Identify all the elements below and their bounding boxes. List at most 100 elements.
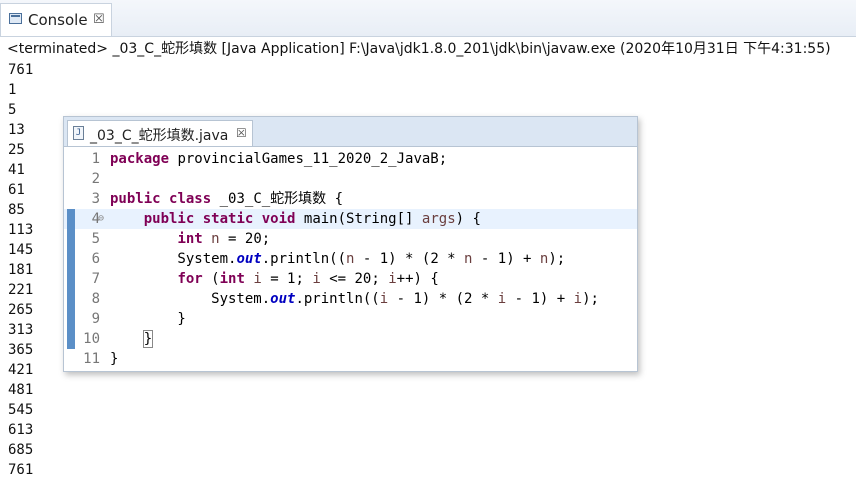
code-token: );	[548, 251, 566, 267]
line-number: 2	[91, 171, 100, 187]
code-text: package provincialGames_11_2020_2_JavaB;	[110, 149, 447, 169]
line-number: 5	[91, 231, 100, 247]
code-token: }	[110, 311, 186, 327]
change-marker	[67, 149, 75, 169]
code-line: 3 public class _03_C_蛇形填数 {	[64, 189, 637, 209]
output-line: 481	[8, 382, 34, 398]
code-token: - 1) +	[506, 291, 574, 307]
code-text: System.out.println((n - 1) * (2 * n - 1)…	[110, 249, 565, 269]
output-line: 265	[8, 302, 34, 318]
tab-java-file[interactable]: J _03_C_蛇形填数.java ☒	[67, 120, 253, 146]
code-token: - 1) +	[472, 251, 540, 267]
output-line: 181	[8, 262, 34, 278]
code-line: 5 int n = 20;	[64, 229, 637, 249]
code-token: }	[110, 351, 119, 367]
change-marker	[67, 349, 75, 369]
java-file-icon: J	[73, 126, 84, 140]
console-output: 761 1 5 13 25 41 61 85 113 145 181 221 265 313 365 421 4…	[8, 60, 33, 480]
code-token: System.	[110, 291, 271, 307]
output-line: 85	[8, 202, 25, 218]
line-number: 10	[83, 331, 100, 347]
code-token: System.	[110, 251, 237, 267]
fold-toggle-icon[interactable]: ⊖	[98, 209, 104, 229]
code-line: 11}	[64, 349, 637, 369]
matching-brace: }	[142, 330, 154, 348]
code-token: package	[110, 151, 170, 167]
change-marker	[67, 309, 75, 329]
change-marker	[67, 169, 75, 189]
code-token: i	[312, 271, 321, 287]
code-token: i	[253, 271, 262, 287]
output-line: 13	[8, 122, 25, 138]
code-token: n	[211, 231, 220, 247]
change-marker	[67, 289, 75, 309]
code-token: static	[202, 211, 254, 227]
console-icon	[9, 13, 22, 24]
code-token: i	[388, 271, 397, 287]
code-token: class	[169, 191, 212, 207]
code-token: - 1) * (2 *	[354, 251, 465, 267]
line-number: 9	[91, 311, 100, 327]
change-marker	[67, 329, 75, 349]
code-text: public class _03_C_蛇形填数 {	[110, 189, 343, 209]
output-line: 113	[8, 222, 34, 238]
change-marker	[67, 209, 75, 229]
code-token: public	[143, 211, 195, 227]
code-line: 10 }	[64, 329, 637, 349]
code-token: _03_C_蛇形填数 {	[211, 191, 344, 207]
code-text: public static void main(String[] args) {	[110, 209, 481, 229]
code-text: int n = 20;	[110, 229, 270, 249]
code-area[interactable]: 1 package provincialGames_11_2020_2_JavaB…	[64, 149, 637, 369]
line-number: 8	[91, 291, 100, 307]
tab-console[interactable]: Console ☒	[0, 3, 112, 36]
code-text: System.out.println((i - 1) * (2 * i - 1)…	[110, 289, 599, 309]
code-token: );	[582, 291, 599, 307]
output-line: 1	[8, 82, 17, 98]
code-token: = 1;	[261, 271, 313, 287]
line-number: 4	[91, 211, 100, 227]
code-token: i	[573, 291, 583, 307]
console-tab-label: Console	[28, 11, 88, 29]
output-line: 41	[8, 162, 25, 178]
code-token: main(String[]	[295, 211, 422, 227]
code-token: out	[270, 291, 296, 307]
change-marker	[67, 229, 75, 249]
code-line: 1 package provincialGames_11_2020_2_JavaB…	[64, 149, 637, 169]
change-marker	[67, 189, 75, 209]
code-token: int	[219, 271, 245, 287]
code-line: 4 ⊖ public static void main(String[] args…	[64, 209, 637, 229]
code-token: - 1) * (2 *	[388, 291, 498, 307]
code-token: (	[202, 271, 220, 287]
editor-window: J _03_C_蛇形填数.java ☒ 1 package provincialG…	[63, 116, 638, 372]
output-line: 145	[8, 242, 34, 258]
editor-tab-label: _03_C_蛇形填数.java	[90, 128, 229, 144]
code-line: 2	[64, 169, 637, 189]
code-text: for (int i = 1; i <= 20; i++) {	[110, 269, 438, 289]
code-text: }	[110, 329, 154, 349]
line-number: 11	[83, 351, 100, 367]
code-token: .println((	[295, 291, 380, 307]
output-line: 365	[8, 342, 34, 358]
code-token: void	[261, 211, 296, 227]
close-icon[interactable]: ☒	[236, 126, 247, 140]
code-line: 7 for (int i = 1; i <= 20; i++) {	[64, 269, 637, 289]
change-marker	[67, 249, 75, 269]
code-line: 9 }	[64, 309, 637, 329]
close-icon[interactable]: ☒	[93, 12, 105, 27]
code-token: args	[421, 211, 456, 227]
console-header: Console ☒	[0, 0, 856, 37]
code-text: }	[110, 309, 186, 329]
line-number: 1	[91, 151, 100, 167]
code-token: public	[110, 191, 161, 207]
output-line: 5	[8, 102, 17, 118]
code-line: 8 System.out.println((i - 1) * (2 * i - …	[64, 289, 637, 309]
code-token: ) {	[455, 211, 481, 227]
code-token: = 20;	[219, 231, 271, 247]
line-number: 7	[91, 271, 100, 287]
